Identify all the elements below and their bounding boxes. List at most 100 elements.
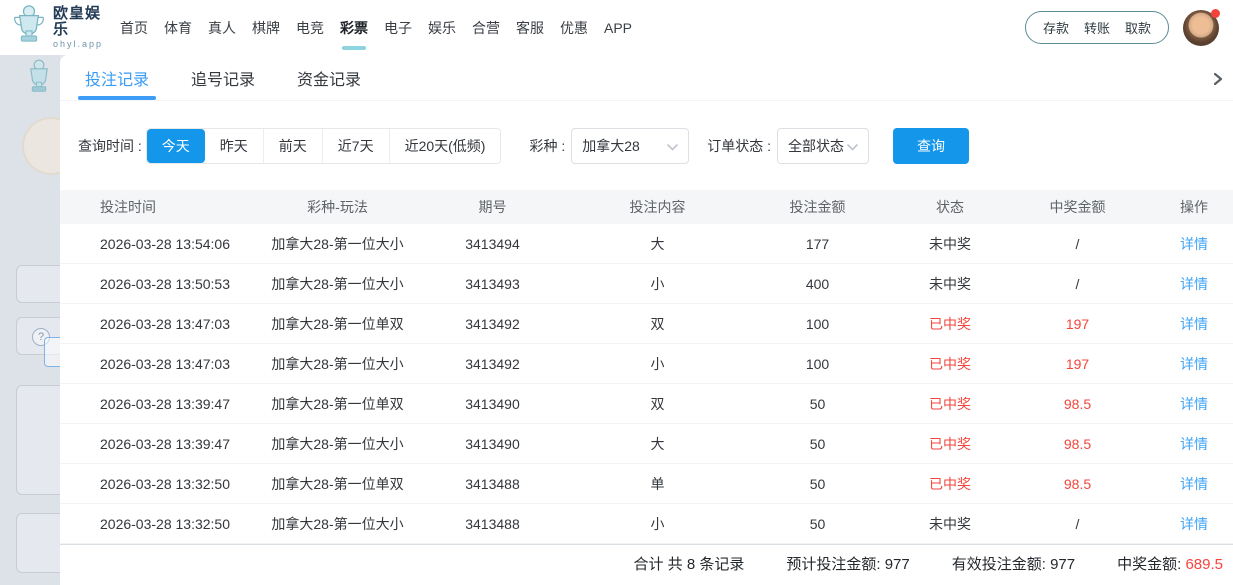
wallet-action-button[interactable]: 转账 — [1084, 18, 1110, 37]
time-filter-chip[interactable]: 今天 — [147, 129, 205, 163]
bet-time-cell: 2026-03-28 13:39:47 — [60, 384, 245, 423]
record-tab[interactable]: 追号记录 — [191, 55, 255, 100]
time-filter-chip[interactable]: 前天 — [263, 129, 322, 163]
search-button[interactable]: 查询 — [893, 128, 969, 164]
detail-link[interactable]: 详情 — [1180, 514, 1208, 534]
table-row: 2026-03-28 13:50:53 加拿大28-第一位大小 3413493 … — [60, 264, 1233, 304]
table-row: 2026-03-28 13:39:47 加拿大28-第一位单双 3413490 … — [60, 384, 1233, 424]
bet-amount-cell: 100 — [760, 344, 875, 383]
user-avatar[interactable] — [1183, 10, 1219, 46]
lottery-filter-label: 彩种 : — [529, 136, 565, 156]
nav-item[interactable]: 电子 — [382, 0, 414, 55]
prize-amount-cell: 197 — [1025, 304, 1130, 343]
time-filter-group: 今天 昨天 前天 近7天 近20天(低频) — [146, 128, 502, 164]
bet-amount-cell: 50 — [760, 464, 875, 503]
bet-content-cell: 大 — [555, 224, 760, 263]
table-row: 2026-03-28 13:39:47 加拿大28-第一位大小 3413490 … — [60, 424, 1233, 464]
lottery-play-cell: 加拿大28-第一位单双 — [245, 464, 430, 503]
bet-time-cell: 2026-03-28 13:50:53 — [60, 264, 245, 303]
issue-number-cell: 3413490 — [430, 384, 555, 423]
nav-item[interactable]: 首页 — [118, 0, 150, 55]
bet-content-cell: 单 — [555, 464, 760, 503]
lottery-select-value: 加拿大28 — [582, 136, 640, 156]
bet-content-cell: 小 — [555, 264, 760, 303]
detail-link[interactable]: 详情 — [1180, 434, 1208, 454]
time-filter-chip[interactable]: 近20天(低频) — [389, 129, 501, 163]
record-tab[interactable]: 投注记录 — [85, 55, 149, 100]
action-cell: 详情 — [1130, 264, 1230, 303]
site-domain: ohyl.app — [53, 40, 112, 49]
bet-records-panel: 投注记录 追号记录 资金记录 查询时间 : 今天 昨天 前天 近7天 近20天(… — [60, 55, 1233, 585]
background-trophy-icon — [24, 58, 54, 101]
wallet-action-button[interactable]: 取款 — [1125, 18, 1151, 37]
detail-link[interactable]: 详情 — [1180, 314, 1208, 334]
issue-number-cell: 3413488 — [430, 464, 555, 503]
nav-item[interactable]: APP — [602, 0, 634, 55]
detail-link[interactable]: 详情 — [1180, 274, 1208, 294]
issue-number-cell: 3413493 — [430, 264, 555, 303]
nav-item[interactable]: 彩票 — [338, 0, 370, 55]
time-filter-label: 查询时间 : — [78, 136, 142, 156]
issue-number-cell: 3413492 — [430, 304, 555, 343]
prize-amount-cell: / — [1025, 504, 1130, 543]
nav-item[interactable]: 合营 — [470, 0, 502, 55]
action-cell: 详情 — [1130, 464, 1230, 503]
nav-item[interactable]: 娱乐 — [426, 0, 458, 55]
chevron-right-icon[interactable] — [1208, 68, 1228, 95]
nav-item[interactable]: 电竞 — [294, 0, 326, 55]
wallet-action-button[interactable]: 存款 — [1043, 18, 1069, 37]
table-body: 2026-03-28 13:54:06 加拿大28-第一位大小 3413494 … — [60, 224, 1233, 544]
issue-number-cell: 3413488 — [430, 504, 555, 543]
lottery-play-cell: 加拿大28-第一位单双 — [245, 304, 430, 343]
table-header-cell: 彩种-玩法 — [245, 190, 430, 224]
order-status-select[interactable]: 全部状态 — [777, 128, 869, 164]
nav-item[interactable]: 体育 — [162, 0, 194, 55]
prize-total: 中奖金额: 689.5 — [1117, 553, 1223, 574]
nav-item[interactable]: 客服 — [514, 0, 546, 55]
bet-amount-cell: 50 — [760, 504, 875, 543]
detail-link[interactable]: 详情 — [1180, 354, 1208, 374]
bet-time-cell: 2026-03-28 13:47:03 — [60, 344, 245, 383]
bet-time-cell: 2026-03-28 13:32:50 — [60, 464, 245, 503]
nav-item[interactable]: 优惠 — [558, 0, 590, 55]
background-avatar-circle — [22, 117, 60, 175]
issue-number-cell: 3413490 — [430, 424, 555, 463]
table-row: 2026-03-28 13:32:50 加拿大28-第一位大小 3413488 … — [60, 504, 1233, 544]
nav-item[interactable]: 棋牌 — [250, 0, 282, 55]
lottery-play-cell: 加拿大28-第一位大小 — [245, 264, 430, 303]
status-cell: 已中奖 — [875, 384, 1025, 423]
site-logo[interactable]: 欧皇娱乐 ohyl.app — [0, 4, 112, 51]
lottery-play-cell: 加拿大28-第一位大小 — [245, 224, 430, 263]
trophy-logo-icon — [12, 4, 46, 51]
detail-link[interactable]: 详情 — [1180, 394, 1208, 414]
order-status-value: 全部状态 — [788, 136, 844, 156]
expected-bet-total: 预计投注金额: 977 — [786, 553, 909, 574]
prize-amount-cell: 98.5 — [1025, 384, 1130, 423]
status-cell: 已中奖 — [875, 424, 1025, 463]
lottery-play-cell: 加拿大28-第一位大小 — [245, 344, 430, 383]
prize-amount-cell: 197 — [1025, 344, 1130, 383]
table-header-cell: 状态 — [875, 190, 1025, 224]
time-filter-chip[interactable]: 近7天 — [322, 129, 389, 163]
detail-link[interactable]: 详情 — [1180, 234, 1208, 254]
prize-amount-cell: / — [1025, 224, 1130, 263]
background-button-outline — [44, 337, 60, 367]
main-nav: 首页 体育 真人 棋牌 电竞 彩票 电子 娱乐 合营 客服 优惠 APP — [118, 0, 634, 55]
background-box — [16, 385, 60, 495]
status-cell: 已中奖 — [875, 304, 1025, 343]
chevron-down-icon — [667, 138, 678, 154]
record-tabs: 投注记录 追号记录 资金记录 — [60, 55, 1233, 101]
nav-item[interactable]: 真人 — [206, 0, 238, 55]
lottery-select[interactable]: 加拿大28 — [571, 128, 689, 164]
chevron-down-icon — [847, 138, 858, 154]
bet-records-table: 投注时间 彩种-玩法 期号 投注内容 投注金额 状态 中奖金额 操作 2026-… — [60, 190, 1233, 581]
bet-amount-cell: 50 — [760, 384, 875, 423]
bet-content-cell: 双 — [555, 304, 760, 343]
table-header-cell: 投注内容 — [555, 190, 760, 224]
detail-link[interactable]: 详情 — [1180, 474, 1208, 494]
prize-amount-cell: 98.5 — [1025, 424, 1130, 463]
record-tab[interactable]: 资金记录 — [297, 55, 361, 100]
time-filter-chip[interactable]: 昨天 — [205, 129, 263, 163]
prize-amount-cell: / — [1025, 264, 1130, 303]
bet-content-cell: 小 — [555, 344, 760, 383]
